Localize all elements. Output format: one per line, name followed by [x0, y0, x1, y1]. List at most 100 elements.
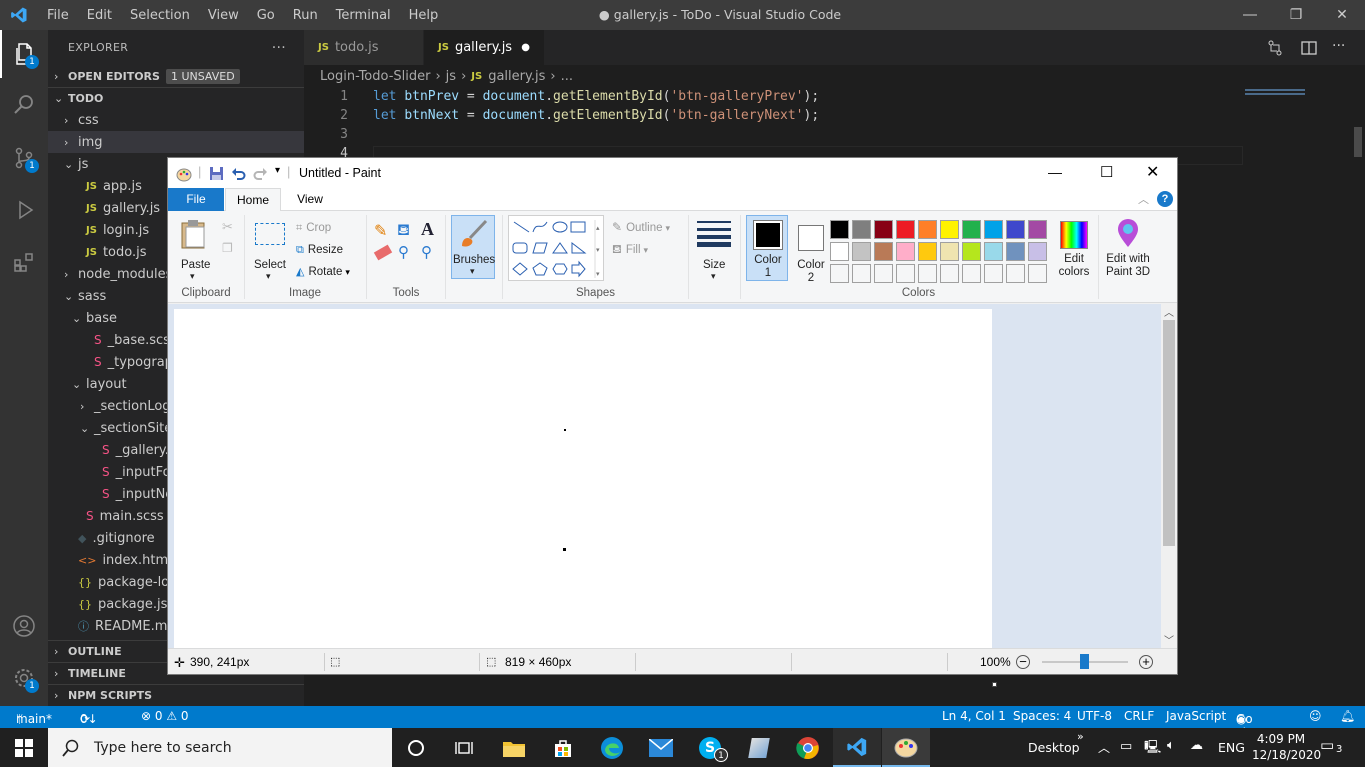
more-actions-icon[interactable]: ··· — [272, 40, 286, 56]
paste-button[interactable]: Paste ▾ — [174, 215, 214, 281]
copy-icon[interactable]: ❐ — [222, 241, 233, 255]
explorer-activity[interactable]: 1 — [0, 30, 48, 78]
taskbar-search-box[interactable]: Type here to search — [48, 728, 392, 767]
zoom-slider-thumb[interactable] — [1080, 654, 1089, 669]
scrollbar-thumb[interactable] — [1163, 320, 1175, 546]
palette-color-swatch[interactable] — [830, 220, 849, 239]
palette-color-swatch[interactable] — [830, 242, 849, 261]
extensions-activity[interactable] — [0, 238, 48, 286]
color1-button[interactable]: Color 1 — [746, 215, 788, 281]
encoding-status[interactable]: UTF-8 — [1077, 709, 1112, 723]
skype-taskbar[interactable]: S1 — [686, 728, 734, 767]
accounts-activity[interactable] — [0, 602, 48, 650]
cut-icon[interactable]: ✂ — [222, 219, 233, 235]
language-status[interactable]: JavaScript — [1166, 709, 1226, 723]
text-tool-icon[interactable]: A — [421, 219, 434, 240]
menu-selection[interactable]: Selection — [121, 8, 199, 23]
file-explorer-taskbar[interactable] — [490, 728, 538, 767]
file-tab[interactable]: File — [168, 188, 224, 211]
menu-view[interactable]: View — [199, 8, 248, 23]
menu-go[interactable]: Go — [248, 8, 284, 23]
custom-color-slot[interactable] — [940, 264, 959, 283]
crop-button[interactable]: ⌗ Crop — [296, 219, 331, 235]
brushes-button[interactable]: Brushes ▾ — [451, 215, 495, 279]
notes-taskbar[interactable] — [735, 728, 783, 767]
zoom-in-button[interactable]: + — [1139, 655, 1153, 669]
shapes-gallery[interactable]: ▴ ▾ ▾ — [508, 215, 604, 281]
tree-item[interactable]: › css — [48, 109, 304, 131]
size-button[interactable]: Size ▾ — [694, 215, 734, 281]
breadcrumb-folder[interactable]: Login-Todo-Slider — [320, 69, 430, 84]
cortana-button[interactable] — [392, 728, 440, 767]
fill-bucket-icon[interactable]: ⛾ — [397, 221, 410, 241]
edge-taskbar[interactable] — [588, 728, 636, 767]
color-picker-icon[interactable]: ⚲ — [398, 243, 409, 261]
source-control-activity[interactable]: 1 — [0, 134, 48, 182]
eraser-icon[interactable] — [373, 244, 393, 261]
undo-icon[interactable] — [231, 166, 246, 181]
custom-color-slot[interactable] — [918, 264, 937, 283]
palette-color-swatch[interactable] — [918, 242, 937, 261]
battery-icon[interactable]: ▭ — [1120, 739, 1132, 754]
help-icon[interactable]: ? — [1157, 191, 1173, 207]
outline-button[interactable]: ✎ Outline ▾ — [612, 219, 670, 235]
save-icon[interactable] — [209, 166, 224, 181]
pencil-icon[interactable]: ✎ — [374, 221, 387, 241]
volume-icon[interactable]: 🔈︎ — [1167, 738, 1175, 753]
palette-color-swatch[interactable] — [984, 242, 1003, 261]
breadcrumb-js[interactable]: js — [446, 69, 456, 84]
menu-file[interactable]: File — [38, 8, 78, 23]
vscode-taskbar[interactable] — [833, 728, 881, 767]
paint-minimize-button[interactable]: — — [1048, 164, 1062, 180]
clock[interactable]: 4:09 PM 12/18/2020 — [1252, 731, 1321, 763]
fill-button[interactable]: ⛾ Fill ▾ — [612, 241, 648, 257]
bell-icon[interactable]: 🔔︎ — [1340, 709, 1355, 723]
palette-color-swatch[interactable] — [874, 242, 893, 261]
color2-button[interactable]: Color 2 — [790, 215, 832, 284]
palette-color-swatch[interactable] — [1006, 242, 1025, 261]
palette-color-swatch[interactable] — [1028, 220, 1047, 239]
desktop-toolbar[interactable]: Desktop — [1028, 740, 1080, 755]
indent-status[interactable]: Spaces: 4 — [1013, 709, 1071, 723]
scrollbar[interactable] — [1354, 127, 1362, 157]
paint-close-button[interactable]: ✕ — [1146, 162, 1159, 182]
minimap[interactable] — [1245, 87, 1340, 127]
cursor-position-status[interactable]: Ln 4, Col 1 — [942, 709, 1006, 723]
store-taskbar[interactable] — [539, 728, 587, 767]
custom-color-slot[interactable] — [852, 264, 871, 283]
custom-color-slot[interactable] — [874, 264, 893, 283]
edit-colors-button[interactable]: Edit colors — [1054, 215, 1094, 281]
minimize-button[interactable]: ― — [1227, 0, 1273, 30]
npm-scripts-section[interactable]: › NPM SCRIPTS — [48, 684, 304, 706]
chrome-taskbar[interactable] — [784, 728, 832, 767]
breadcrumb-symbol[interactable]: ... — [561, 69, 573, 84]
palette-color-swatch[interactable] — [1006, 220, 1025, 239]
close-button[interactable]: ✕ — [1319, 0, 1365, 30]
resize-button[interactable]: ⧉ Resize — [296, 241, 343, 257]
tab-todo-js[interactable]: JS todo.js — [304, 30, 423, 65]
todo-folder-section[interactable]: ⌄ TODO — [48, 87, 304, 109]
restore-button[interactable]: ❐ — [1273, 0, 1319, 30]
palette-color-swatch[interactable] — [918, 220, 937, 239]
custom-color-slot[interactable] — [962, 264, 981, 283]
drawing-canvas[interactable] — [174, 309, 992, 648]
tree-item[interactable]: › img — [48, 131, 304, 153]
palette-color-swatch[interactable] — [940, 242, 959, 261]
network-icon[interactable]: 🖳︎ — [1144, 738, 1161, 760]
breadcrumb-file[interactable]: gallery.js — [488, 69, 545, 84]
palette-color-swatch[interactable] — [984, 220, 1003, 239]
custom-color-slot[interactable] — [896, 264, 915, 283]
paint-taskbar[interactable] — [882, 728, 930, 767]
palette-color-swatch[interactable] — [962, 242, 981, 261]
palette-color-swatch[interactable] — [962, 220, 981, 239]
mail-taskbar[interactable] — [637, 728, 685, 767]
magnifier-icon[interactable]: ⚲ — [421, 243, 432, 261]
palette-color-swatch[interactable] — [940, 220, 959, 239]
minimize-ribbon-icon[interactable]: ︿ — [1138, 191, 1149, 207]
task-view-button[interactable] — [440, 728, 488, 767]
rotate-button[interactable]: ◭ Rotate ▾ — [296, 263, 350, 279]
problems-status[interactable]: ⊗ 0 ⚠ 0 — [141, 709, 189, 723]
open-editors-section[interactable]: › OPEN EDITORS 1 UNSAVED — [48, 65, 304, 87]
custom-color-slot[interactable] — [830, 264, 849, 283]
start-button[interactable] — [0, 728, 48, 767]
